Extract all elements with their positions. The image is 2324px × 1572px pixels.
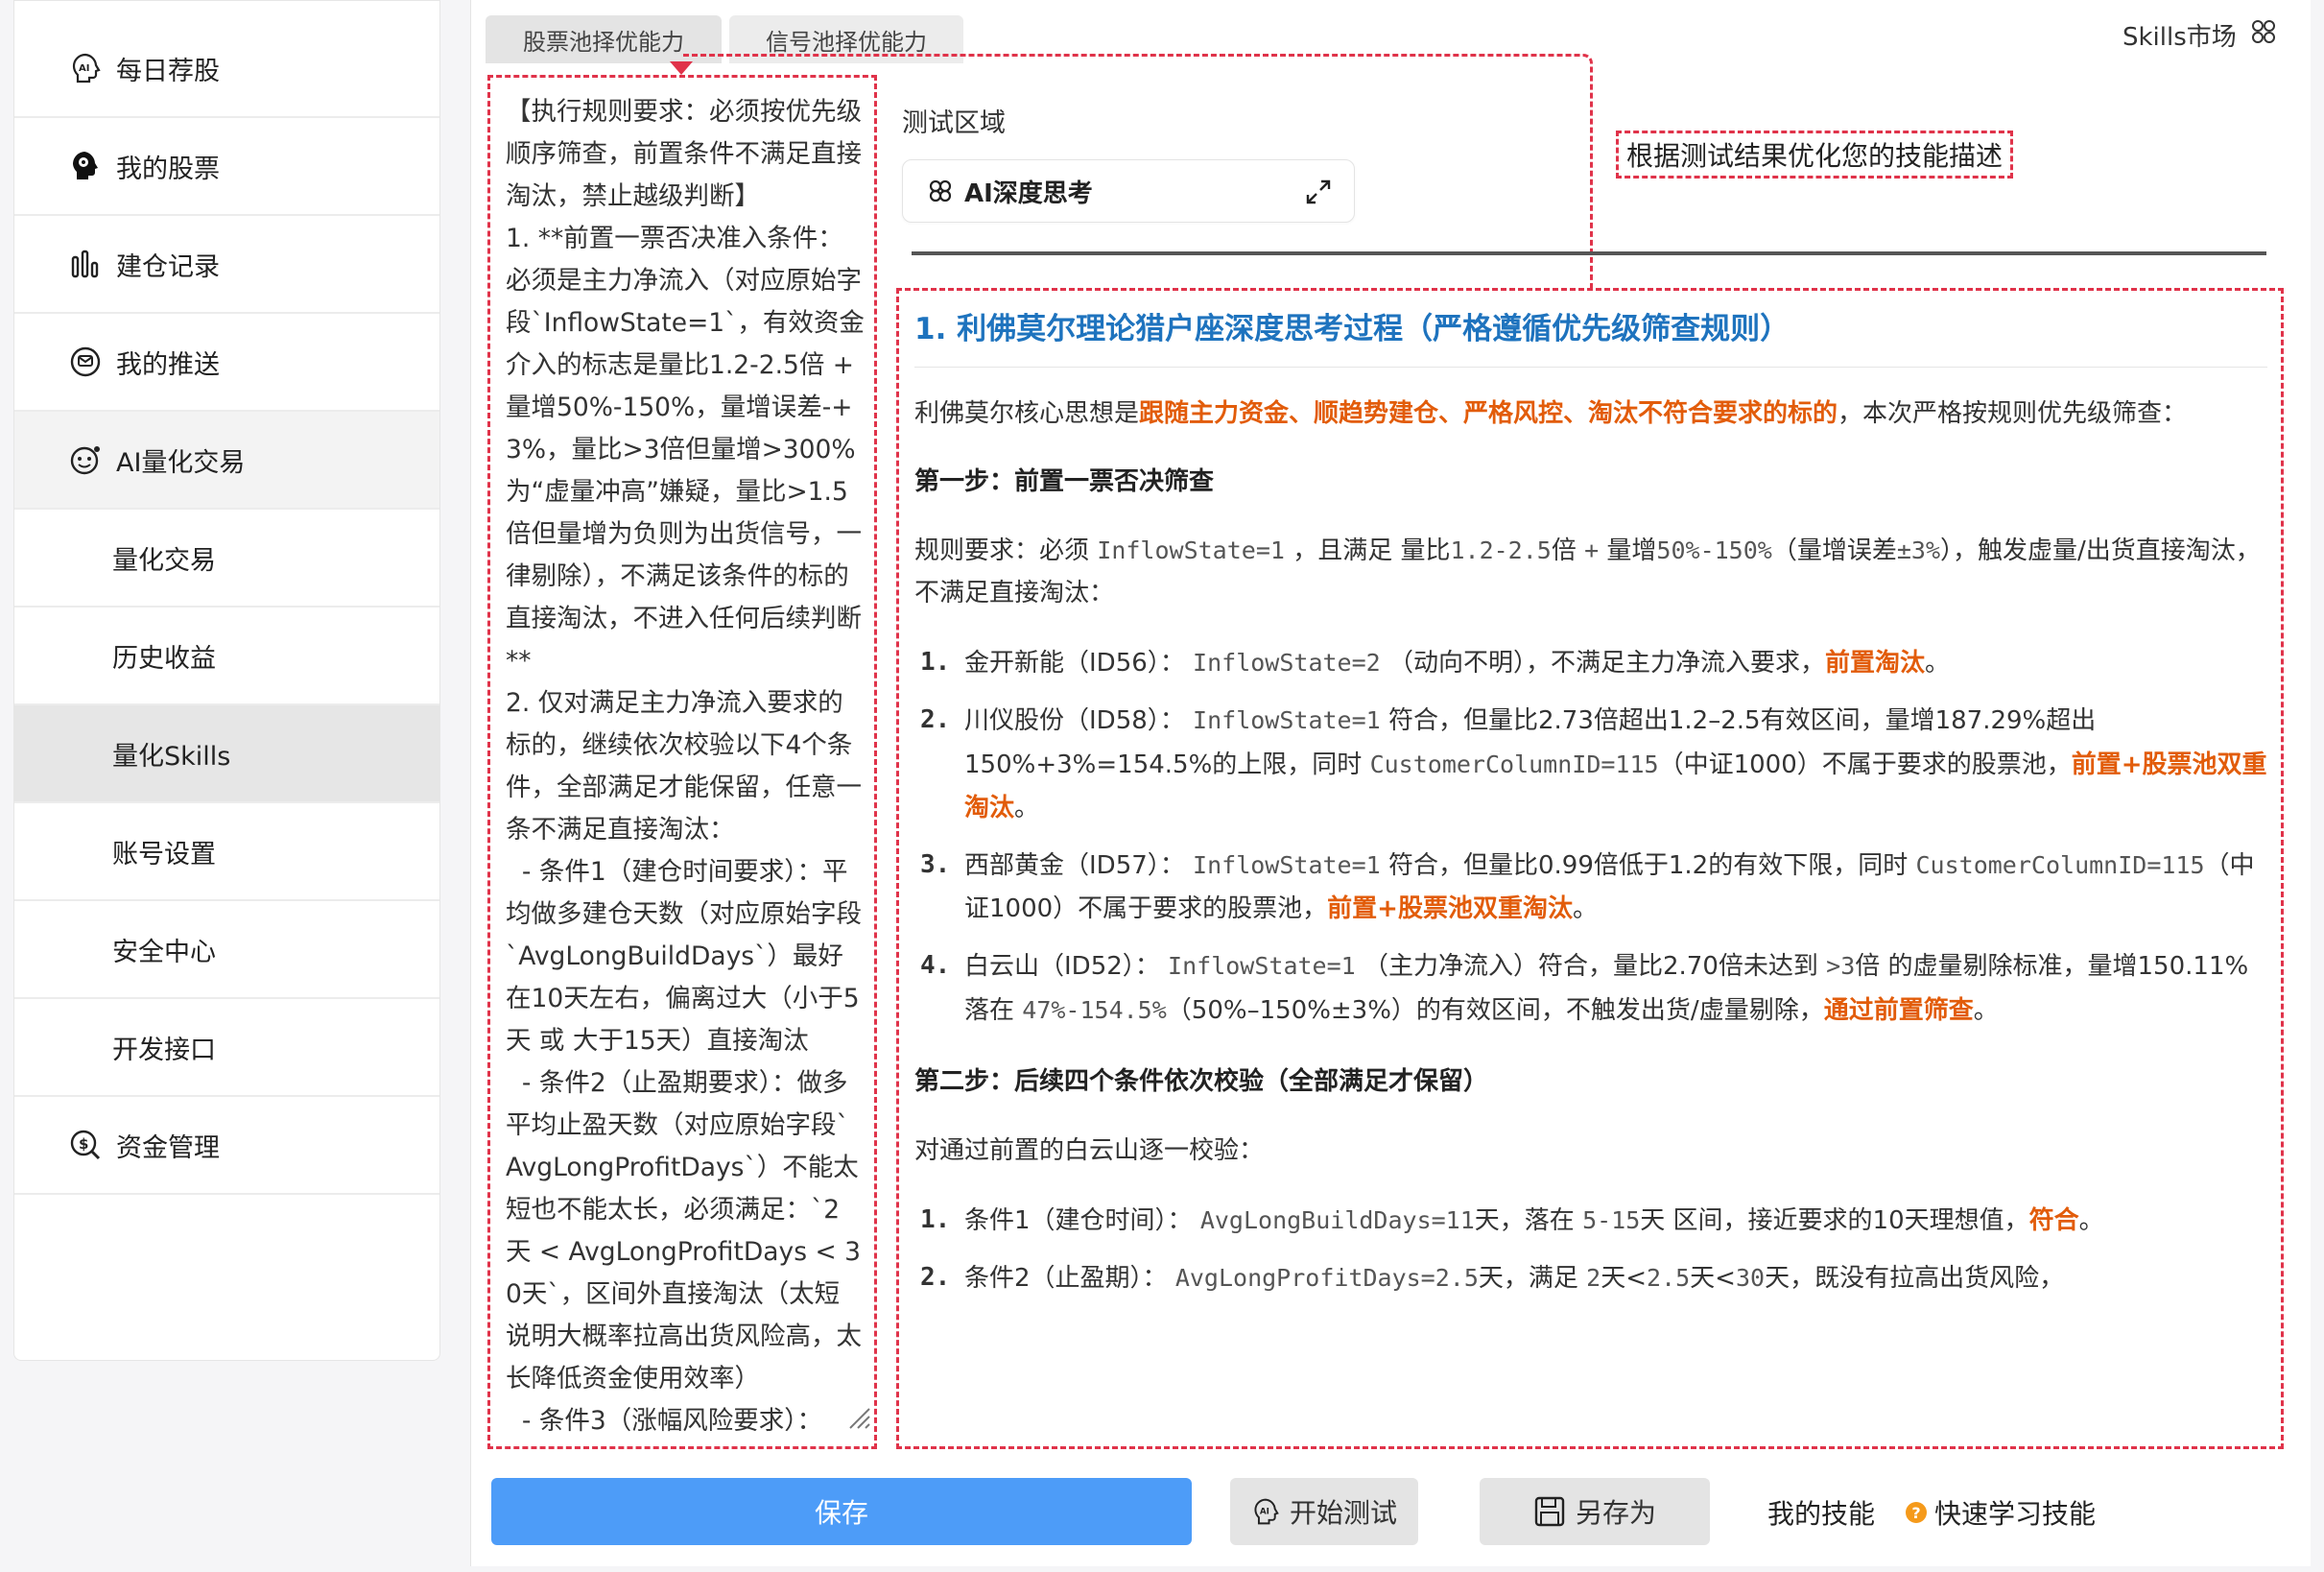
sidebar-item-my-push[interactable]: 我的推送 [14,314,439,412]
annotation-arrow-icon [670,61,693,75]
skills-market-label: Skills市场 [2122,23,2237,52]
expand-icon[interactable] [1304,178,1333,213]
floppy-disk-icon [1533,1495,1566,1528]
skill-rules-textarea[interactable]: 【执行规则要求：必须按优先级顺序筛查，前置条件不满足直接淘汰，禁止越级判断】 1… [487,75,877,1449]
step2-list: 1. 条件1（建仓时间）： AvgLongBuildDays=11天，落在 5-… [914,1199,2267,1300]
sidebar-item-label: 建仓记录 [116,251,220,282]
start-test-button[interactable]: AI 开始测试 [1230,1478,1418,1545]
section-divider [912,251,2266,255]
list-item: 1. 条件1（建仓时间）： AvgLongBuildDays=11天，落在 5-… [920,1205,2104,1235]
sidebar-item-my-stocks[interactable]: 我的股票 [14,118,439,216]
svg-text:AI: AI [79,63,89,74]
sidebar-item-label: 量化交易 [112,545,216,576]
list-item: 2. 条件2（止盈期）： AvgLongProfitDays=2.5天，满足 2… [920,1263,2065,1293]
brain-icon [68,149,103,183]
grid-knot-icon [2250,18,2277,52]
money-search-icon: $ [68,1128,103,1162]
sidebar-item-label: 历史收益 [112,643,216,674]
resize-handle-icon[interactable] [844,1403,871,1430]
ai-head-icon: AI [68,51,103,85]
skills-market-link[interactable]: Skills市场 [2122,17,2277,53]
sidebar-item-label: 量化Skills [112,741,231,772]
output-step1-heading: 第一步：前置一票否决筛查 [914,467,1215,496]
svg-text:AI: AI [1260,1508,1269,1517]
step1-list: 1. 金开新能（ID56）： InflowState=2 （动向不明），不满足主… [914,641,2267,1033]
sidebar-item-security-center[interactable]: 安全中心 [14,901,439,999]
sidebar: AI 每日荐股 我的股票 建仓记录 我的推送 AI量化交易 量化交易 历史收益 … [13,0,440,1361]
output-step2-intro: 对通过前置的白云山逐一校验： [914,1136,1265,1165]
sidebar-item-label: 安全中心 [112,937,216,967]
sidebar-item-quant-trading[interactable]: 量化交易 [14,510,439,607]
ai-head-icon: AI [1251,1497,1280,1526]
ai-deep-thinking-label: AI深度思考 [964,179,1093,208]
optimize-hint-annotation: 根据测试结果优化您的技能描述 [1616,131,2014,179]
sidebar-item-account-settings[interactable]: 账号设置 [14,803,439,901]
start-test-label: 开始测试 [1289,1497,1397,1529]
list-item: 4. 白云山（ID52）： InflowState=1 （主力净流入）符合，量比… [920,951,2249,1025]
test-area-title: 测试区域 [902,108,1006,138]
save-button[interactable]: 保存 [491,1478,1192,1545]
sidebar-item-label: 开发接口 [112,1035,216,1065]
knot-icon [928,179,953,203]
help-icon: ? [1906,1502,1927,1523]
sidebar-item-developer-api[interactable]: 开发接口 [14,999,439,1097]
svg-text:$: $ [79,1135,88,1153]
sidebar-item-label: 账号设置 [112,839,216,869]
sidebar-item-label: 我的股票 [116,154,220,184]
sidebar-item-daily-picks[interactable]: AI 每日荐股 [14,20,439,118]
list-item: 2. 川仪股份（ID58）： InflowState=1 符合，但量比2.73倍… [920,705,2267,822]
message-icon [68,345,103,379]
output-intro: 利佛莫尔核心思想是跟随主力资金、顺趋势建仓、严格风控、淘汰不符合要求的标的，本次… [914,399,2188,428]
my-skills-link[interactable]: 我的技能 [1767,1493,1875,1532]
sidebar-item-history-returns[interactable]: 历史收益 [14,607,439,705]
test-output: 1. 利佛莫尔理论猎户座深度思考过程（严格遵循优先级筛查规则） 利佛莫尔核心思想… [896,288,2284,1449]
output-rule: 规则要求：必须 InflowState=1 ，且满足 量比1.2-2.5倍 + … [914,536,2261,607]
ai-deep-thinking-card[interactable]: AI深度思考 [902,159,1355,223]
save-as-button[interactable]: 另存为 [1480,1478,1710,1545]
skill-rules-text: 【执行规则要求：必须按优先级顺序筛查，前置条件不满足直接淘汰，禁止越级判断】 1… [506,97,865,1436]
sidebar-item-fund-management[interactable]: $ 资金管理 [14,1097,439,1195]
output-step2-heading: 第二步：后续四个条件依次校验（全部满足才保留） [914,1067,1489,1096]
sidebar-item-position-records[interactable]: 建仓记录 [14,216,439,314]
output-heading: 1. 利佛莫尔理论猎户座深度思考过程（严格遵循优先级筛查规则） [914,304,2267,368]
quick-learn-label: 快速学习技能 [1934,1498,2097,1530]
sidebar-item-label: AI量化交易 [116,447,246,478]
sidebar-item-label: 每日荐股 [116,56,220,86]
list-item: 1. 金开新能（ID56）： InflowState=2 （动向不明），不满足主… [920,648,1951,678]
sidebar-item-ai-quant[interactable]: AI量化交易 [14,412,439,510]
sidebar-item-quant-skills[interactable]: 量化Skills [14,705,439,803]
quick-learn-link[interactable]: ? 快速学习技能 [1906,1493,2096,1532]
save-as-label: 另存为 [1575,1497,1656,1529]
robot-face-icon [68,442,103,477]
bar-chart-icon [68,247,103,281]
sidebar-item-label: 我的推送 [116,349,220,380]
list-item: 3. 西部黄金（ID57）： InflowState=1 符合，但量比0.99倍… [920,850,2255,923]
sidebar-item-label: 资金管理 [116,1132,220,1163]
